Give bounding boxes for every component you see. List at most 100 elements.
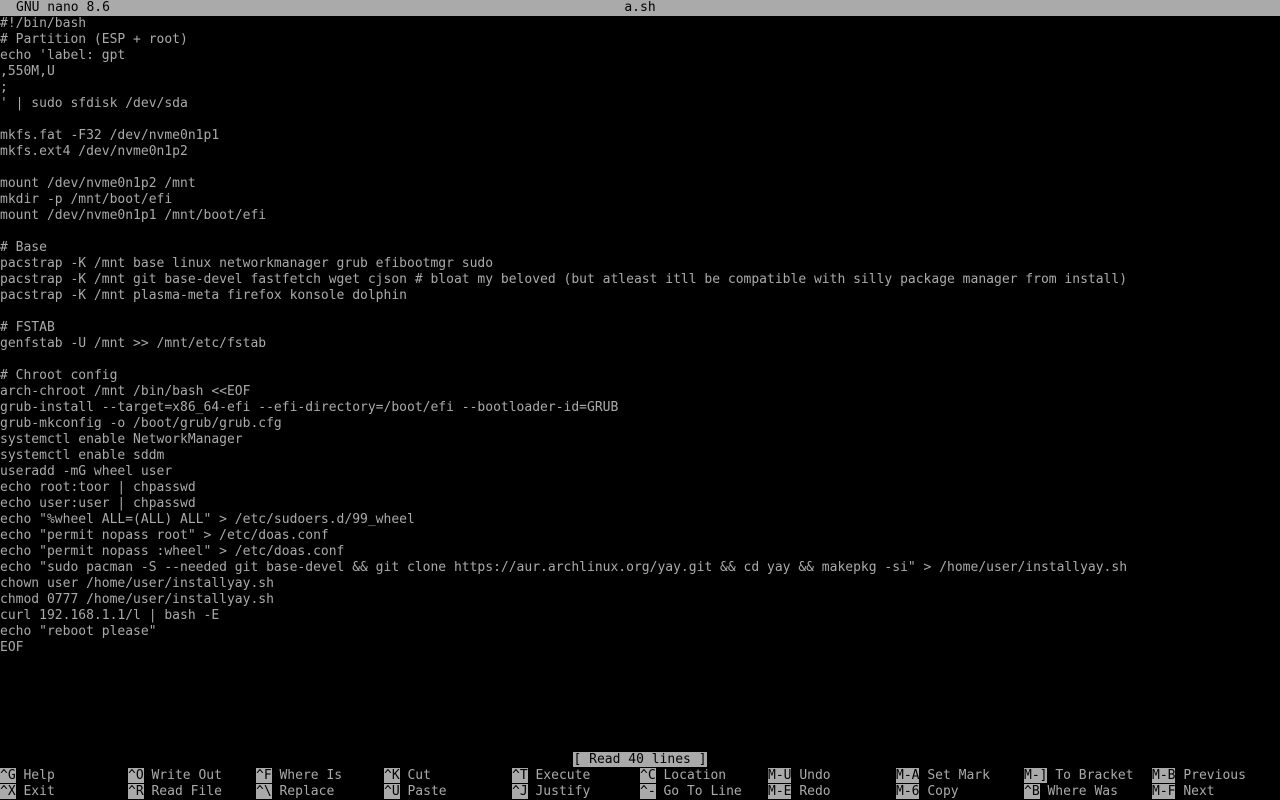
shortcut-label: Justify bbox=[535, 784, 591, 799]
editor-line[interactable]: ' | sudo sfdisk /dev/sda bbox=[0, 96, 1280, 112]
shortcut-label: Execute bbox=[535, 768, 591, 783]
editor-line[interactable]: pacstrap -K /mnt base linux networkmanag… bbox=[0, 256, 1280, 272]
shortcut-previous[interactable]: M-B Previous bbox=[1152, 768, 1246, 784]
shortcut-set-mark[interactable]: M-A Set Mark bbox=[896, 768, 990, 784]
shortcut-label: Where Is bbox=[279, 768, 343, 783]
editor-line[interactable]: # Base bbox=[0, 240, 1280, 256]
shortcut-label: Go To Line bbox=[663, 784, 742, 799]
editor-line[interactable]: mkdir -p /mnt/boot/efi bbox=[0, 192, 1280, 208]
shortcut-cut[interactable]: ^K Cut bbox=[384, 768, 431, 784]
shortcut-key: ^O bbox=[128, 768, 144, 783]
shortcut-bar: ^G Help ^O Write Out ^F Where Is ^K Cut ^T E… bbox=[0, 768, 1280, 800]
app-name: GNU nano 8.6 bbox=[16, 0, 110, 15]
editor-area[interactable]: #!/bin/bash # Partition (ESP + root) echo … bbox=[0, 16, 1280, 752]
shortcut-key: M-E bbox=[768, 784, 792, 799]
shortcut-label: Help bbox=[23, 768, 55, 783]
editor-line[interactable]: arch-chroot /mnt /bin/bash <<EOF bbox=[0, 384, 1280, 400]
shortcut-key: M-U bbox=[768, 768, 792, 783]
shortcut-label: Location bbox=[663, 768, 727, 783]
shortcut-key: M-F bbox=[1152, 784, 1176, 799]
editor-line[interactable]: # Partition (ESP + root) bbox=[0, 32, 1280, 48]
editor-line[interactable]: EOF bbox=[0, 640, 1280, 656]
editor-line[interactable]: echo "%wheel ALL=(ALL) ALL" > /etc/sudoe… bbox=[0, 512, 1280, 528]
editor-line[interactable]: echo "permit nopass :wheel" > /etc/doas.… bbox=[0, 544, 1280, 560]
shortcut-copy[interactable]: M-6 Copy bbox=[896, 784, 959, 800]
shortcut-help[interactable]: ^G Help bbox=[0, 768, 55, 784]
editor-line[interactable]: echo 'label: gpt bbox=[0, 48, 1280, 64]
editor-line[interactable]: mount /dev/nvme0n1p2 /mnt bbox=[0, 176, 1280, 192]
editor-line[interactable]: echo user:user | chpasswd bbox=[0, 496, 1280, 512]
editor-line[interactable] bbox=[0, 112, 1280, 128]
shortcut-label: Redo bbox=[799, 784, 831, 799]
editor-line[interactable]: systemctl enable NetworkManager bbox=[0, 432, 1280, 448]
shortcut-undo[interactable]: M-U Undo bbox=[768, 768, 831, 784]
editor-line[interactable]: curl 192.168.1.1/l | bash -E bbox=[0, 608, 1280, 624]
editor-line[interactable]: echo "reboot please" bbox=[0, 624, 1280, 640]
shortcut-label: Replace bbox=[279, 784, 335, 799]
editor-line[interactable]: chown user /home/user/installyay.sh bbox=[0, 576, 1280, 592]
editor-line[interactable] bbox=[0, 160, 1280, 176]
shortcut-key: ^J bbox=[512, 784, 528, 799]
shortcut-key: M-6 bbox=[896, 784, 920, 799]
shortcut-go-to-line[interactable]: ^- Go To Line bbox=[640, 784, 742, 800]
shortcut-label: Undo bbox=[799, 768, 831, 783]
editor-line[interactable]: echo "sudo pacman -S --needed git base-d… bbox=[0, 560, 1280, 576]
editor-line[interactable] bbox=[0, 224, 1280, 240]
shortcut-label: Write Out bbox=[151, 768, 222, 783]
editor-line[interactable]: mkfs.fat -F32 /dev/nvme0n1p1 bbox=[0, 128, 1280, 144]
status-message: [ Read 40 lines ] bbox=[573, 752, 707, 767]
editor-line[interactable]: #!/bin/bash bbox=[0, 16, 1280, 32]
editor-line[interactable]: useradd -mG wheel user bbox=[0, 464, 1280, 480]
shortcut-key: ^\ bbox=[256, 784, 272, 799]
title-bar: a.sh GNU nano 8.6 bbox=[0, 0, 1280, 16]
shortcut-key: ^G bbox=[0, 768, 16, 783]
shortcut-key: M-A bbox=[896, 768, 920, 783]
shortcut-where-is[interactable]: ^F Where Is bbox=[256, 768, 342, 784]
editor-line[interactable] bbox=[0, 352, 1280, 368]
shortcut-key: ^T bbox=[512, 768, 528, 783]
shortcut-to-bracket[interactable]: M-] To Bracket bbox=[1024, 768, 1134, 784]
shortcut-where-was[interactable]: ^B Where Was bbox=[1024, 784, 1118, 800]
shortcut-label: Set Mark bbox=[927, 768, 990, 783]
editor-line[interactable]: echo root:toor | chpasswd bbox=[0, 480, 1280, 496]
shortcut-label: Read File bbox=[151, 784, 222, 799]
editor-line[interactable]: # FSTAB bbox=[0, 320, 1280, 336]
editor-line[interactable]: ,550M,U bbox=[0, 64, 1280, 80]
shortcut-key: ^F bbox=[256, 768, 272, 783]
file-name: a.sh bbox=[624, 0, 656, 15]
editor-line[interactable]: # Chroot config bbox=[0, 368, 1280, 384]
editor-line[interactable]: ; bbox=[0, 80, 1280, 96]
shortcut-label: Exit bbox=[23, 784, 55, 799]
editor-line[interactable]: pacstrap -K /mnt git base-devel fastfetc… bbox=[0, 272, 1280, 288]
shortcut-execute[interactable]: ^T Execute bbox=[512, 768, 590, 784]
editor-line[interactable]: pacstrap -K /mnt plasma-meta firefox kon… bbox=[0, 288, 1280, 304]
editor-line[interactable] bbox=[0, 304, 1280, 320]
editor-line[interactable]: genfstab -U /mnt >> /mnt/etc/fstab bbox=[0, 336, 1280, 352]
shortcut-redo[interactable]: M-E Redo bbox=[768, 784, 831, 800]
shortcut-justify[interactable]: ^J Justify bbox=[512, 784, 590, 800]
shortcut-label: To Bracket bbox=[1055, 768, 1134, 783]
shortcut-key: ^R bbox=[128, 784, 144, 799]
shortcut-exit[interactable]: ^X Exit bbox=[0, 784, 55, 800]
shortcut-key: M-] bbox=[1024, 768, 1048, 783]
shortcut-key: ^- bbox=[640, 784, 656, 799]
shortcut-replace[interactable]: ^\ Replace bbox=[256, 784, 334, 800]
editor-line[interactable]: chmod 0777 /home/user/installyay.sh bbox=[0, 592, 1280, 608]
shortcut-label: Next bbox=[1183, 784, 1215, 799]
shortcut-label: Cut bbox=[407, 768, 431, 783]
shortcut-next[interactable]: M-F Next bbox=[1152, 784, 1215, 800]
editor-line[interactable]: echo "permit nopass root" > /etc/doas.co… bbox=[0, 528, 1280, 544]
shortcut-write-out[interactable]: ^O Write Out bbox=[128, 768, 222, 784]
shortcut-location[interactable]: ^C Location bbox=[640, 768, 726, 784]
editor-line[interactable]: grub-mkconfig -o /boot/grub/grub.cfg bbox=[0, 416, 1280, 432]
shortcut-key: ^U bbox=[384, 784, 400, 799]
editor-line[interactable]: systemctl enable sddm bbox=[0, 448, 1280, 464]
shortcut-read-file[interactable]: ^R Read File bbox=[128, 784, 222, 800]
editor-line[interactable]: mount /dev/nvme0n1p1 /mnt/boot/efi bbox=[0, 208, 1280, 224]
status-bar: [ Read 40 lines ] bbox=[0, 752, 1280, 768]
shortcut-label: Paste bbox=[407, 784, 447, 799]
editor-line[interactable]: mkfs.ext4 /dev/nvme0n1p2 bbox=[0, 144, 1280, 160]
shortcut-label: Where Was bbox=[1047, 784, 1118, 799]
editor-line[interactable]: grub-install --target=x86_64-efi --efi-d… bbox=[0, 400, 1280, 416]
shortcut-paste[interactable]: ^U Paste bbox=[384, 784, 447, 800]
